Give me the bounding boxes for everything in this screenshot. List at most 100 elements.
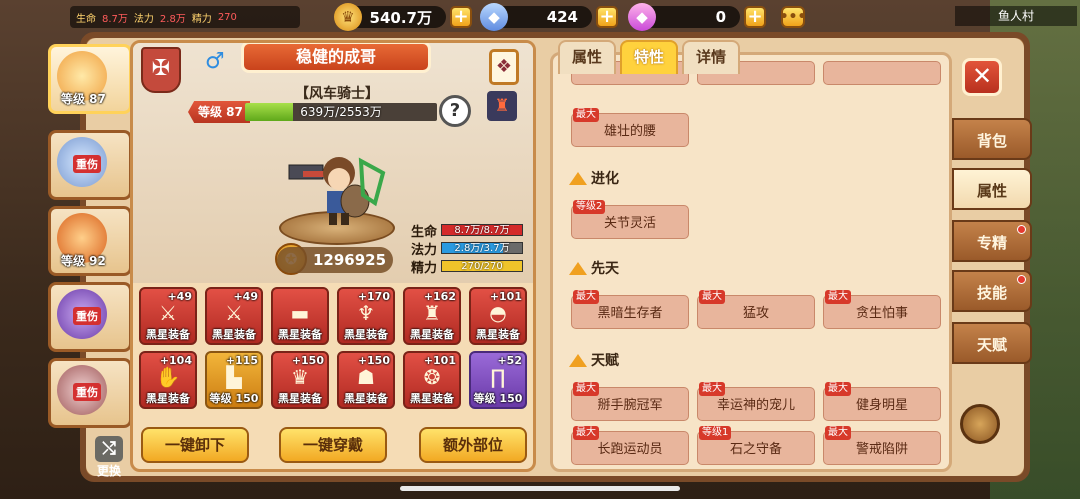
trait-item[interactable]: 最大 长跑运动员 (571, 426, 689, 465)
equipment-slot[interactable]: ◓ +101 黑星装备 (469, 287, 527, 345)
side-tab-attributes[interactable]: 属性 (952, 168, 1032, 210)
equipment-tag: 黑星装备 (212, 328, 256, 341)
stat-label: 法力 (411, 242, 438, 258)
trait-name: 长跑运动员 (597, 442, 663, 457)
equipment-slot[interactable]: ⚔ +49 黑星装备 (139, 287, 197, 345)
trait-item[interactable]: 最大 警戒陷阱 (823, 426, 941, 465)
add-premium-button[interactable]: + (744, 6, 766, 28)
enhance-level: +52 (497, 354, 522, 367)
chat-icon[interactable]: ••• (780, 6, 806, 28)
side-tab-label: 属性 (976, 182, 1007, 200)
helmet-icon: ◓ (489, 301, 507, 325)
chest-armor-icon: ♜ (423, 301, 441, 325)
section-triangle-icon (569, 353, 587, 367)
side-tab-mastery[interactable]: 专精 (952, 220, 1032, 262)
equipment-slot[interactable]: ▬ 黑星装备 (271, 287, 329, 345)
outfit-icon[interactable]: ♜ (487, 91, 517, 121)
side-tab-talent[interactable]: 天赋 (952, 322, 1032, 364)
swap-hero-button[interactable]: ⤭ 更换 (92, 436, 126, 478)
roster-hero-5[interactable]: 重伤 (48, 358, 132, 428)
enhance-level: +101 (489, 290, 522, 303)
swap-icon: ⤭ (95, 436, 123, 462)
equipment-slot[interactable]: ♆ +170 黑星装备 (337, 287, 395, 345)
side-tab-label: 天赋 (976, 336, 1007, 354)
trait-name: 幸运神的宠儿 (716, 398, 795, 413)
trait-item[interactable]: 最大 幸运神的宠儿 (697, 382, 815, 421)
unequip-all-button[interactable]: 一键卸下 (141, 427, 249, 463)
detail-tabs: 属性 特性 详情 (558, 40, 740, 74)
scroll-knob[interactable] (960, 404, 1000, 444)
demon-mask-icon: ☗ (357, 365, 375, 389)
stat-bar: 270/270 (441, 260, 523, 272)
trait-item[interactable]: 最大 贪生怕事 (823, 290, 941, 329)
section-innate: 先天 (569, 257, 619, 279)
equipment-slot[interactable]: ❂ +101 黑星装备 (403, 351, 461, 409)
side-tab-skills[interactable]: 技能 (952, 270, 1032, 312)
equipment-slot[interactable]: ☗ +150 黑星装备 (337, 351, 395, 409)
trait-name: 掰手腕冠军 (597, 398, 663, 413)
roster-hero-3[interactable]: 等级 92 (48, 206, 132, 276)
equipment-slot[interactable]: ⚔ +49 黑星装备 (205, 287, 263, 345)
equipment-slot[interactable]: ∏ +52 等级 150 (469, 351, 527, 409)
sp-value: 270 (217, 11, 237, 23)
equip-all-button[interactable]: 一键穿戴 (279, 427, 387, 463)
equipment-tag: 黑星装备 (278, 392, 322, 405)
horn-icon: ♆ (357, 301, 375, 325)
add-gold-button[interactable]: + (450, 6, 472, 28)
add-diamond-button[interactable]: + (596, 6, 618, 28)
demon-armor-icon: ♛ (291, 365, 309, 389)
cape-icon: ∏ (490, 365, 506, 389)
trait-item[interactable]: 最大 黑暗生存者 (571, 290, 689, 329)
hero-level: 等级 87 (188, 101, 250, 123)
male-icon: ♂ (205, 49, 225, 74)
xp-bar: 639万/2553万 (245, 103, 437, 121)
trait-item[interactable]: 最大 掰手腕冠军 (571, 382, 689, 421)
enhance-level: +115 (225, 354, 258, 367)
pink-gem-icon: ◆ (628, 3, 656, 31)
xp-text: 639万/2553万 (300, 105, 382, 119)
trait-item[interactable] (823, 61, 941, 85)
tab-attributes[interactable]: 属性 (558, 40, 616, 74)
stat-mp: 法力 2.8万/3.7万 (411, 239, 523, 258)
trait-name: 雄壮的腰 (603, 124, 656, 139)
equipment-slot[interactable]: ♛ +150 黑星装备 (271, 351, 329, 409)
side-tab-bag[interactable]: 背包 (952, 118, 1032, 160)
trait-badge: 等级2 (573, 200, 606, 214)
enhance-level: +150 (291, 354, 324, 367)
equipment-slot[interactable]: ✋ +104 黑星装备 (139, 351, 197, 409)
tab-traits[interactable]: 特性 (620, 40, 678, 74)
side-tab-label: 背包 (976, 132, 1007, 150)
trait-badge: 最大 (573, 108, 599, 122)
hero-card-icon[interactable]: ❖ (489, 49, 519, 85)
hero-name[interactable]: 稳健的成哥 (241, 43, 431, 73)
close-icon[interactable]: ✕ (962, 58, 1002, 96)
roster-hero-4[interactable]: 重伤 (48, 282, 132, 352)
roster-hero-1[interactable]: 等级 87 (48, 44, 132, 114)
equipment-slot[interactable]: ♜ +162 黑星装备 (403, 287, 461, 345)
trait-item[interactable]: 等级2 关节灵活 (571, 200, 689, 239)
trait-item[interactable]: 等级1 石之守备 (697, 426, 815, 465)
home-indicator (400, 486, 680, 491)
necklace-icon: ❂ (423, 365, 441, 389)
trait-badge: 最大 (699, 290, 725, 304)
stat-bar: 8.7万/8.7万 (441, 224, 523, 236)
tab-details[interactable]: 详情 (682, 40, 740, 74)
roster-level: 等级 92 (61, 254, 106, 268)
clan-emblem-icon[interactable]: ✠ (141, 47, 181, 93)
glove-icon: ✋ (155, 365, 181, 389)
trait-panel: 最大 雄壮的腰 进化 等级2 关节灵活 先天 最大 黑暗生存者 最大 猛攻 最大… (550, 52, 952, 472)
trait-item[interactable]: 最大 雄壮的腰 (571, 108, 689, 147)
trait-item[interactable]: 最大 健身明星 (823, 382, 941, 421)
help-icon[interactable]: ? (439, 95, 471, 127)
equipment-slot[interactable]: ▙ +115 等级 150 (205, 351, 263, 409)
hero-sprite (288, 157, 386, 225)
notification-dot (1017, 275, 1026, 284)
stat-label: 精力 (411, 260, 438, 276)
hero-class: 【风车骑士】 (295, 86, 379, 102)
sword-icon: ⚔ (225, 301, 243, 325)
equipment-tag: 黑星装备 (278, 328, 322, 341)
roster-hero-2[interactable]: 重伤 (48, 130, 132, 200)
trait-badge: 最大 (573, 426, 599, 440)
trait-item[interactable]: 最大 猛攻 (697, 290, 815, 329)
extra-slots-button[interactable]: 额外部位 (419, 427, 527, 463)
